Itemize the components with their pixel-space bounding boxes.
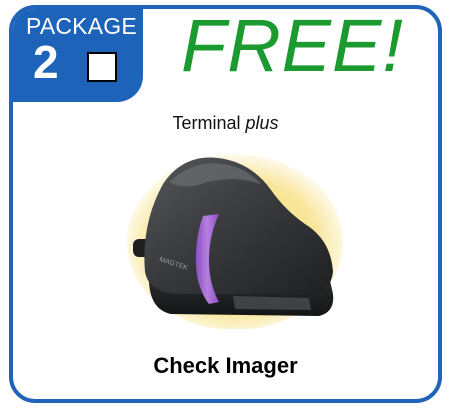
package-card: PACKAGE 2 FREE! Terminal plus MAGTEK Che… — [9, 5, 442, 403]
subtitle-emphasis: plus — [245, 113, 279, 133]
product-subtitle: Terminal plus — [13, 113, 438, 134]
check-imager-image: MAGTEK — [127, 154, 343, 329]
device-slot — [233, 296, 311, 310]
package-number: 2 — [33, 36, 59, 88]
package-checkbox[interactable] — [87, 52, 117, 82]
subtitle-main: Terminal — [172, 113, 241, 133]
package-tab: PACKAGE 2 — [13, 9, 143, 102]
free-promo-text: FREE! — [181, 5, 404, 87]
product-name: Check Imager — [153, 353, 298, 378]
